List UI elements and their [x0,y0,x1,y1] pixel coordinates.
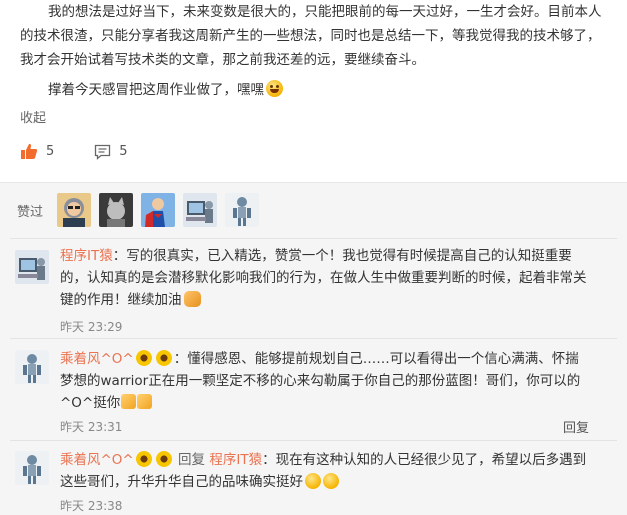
post-paragraph-2-text: 撑着今天感冒把这周作业做了，嘿嘿 [48,82,264,98]
commenter-name[interactable]: 乘着风^O^ [60,351,134,367]
comment-time: 昨天 23:29 [60,320,123,334]
comment-count: 5 [119,144,128,159]
separator [10,440,617,441]
sunflower-emoji-icon [135,451,152,467]
commenter-name[interactable]: 乘着风^O^ [60,452,134,468]
avatar-computer-icon [183,193,218,227]
separator [10,238,617,239]
thumbs-up-icon [21,143,38,159]
avatar-superhero-icon [141,193,176,227]
comment-text: 乘着风^O^ ：懂得感恩、能够提前规划自己……可以看得出一个信心满满、怀揣梦想的w… [60,348,588,414]
comment-time: 昨天 23:31 [60,420,123,434]
liker-avatar[interactable] [57,193,92,227]
colon: ： [112,248,127,264]
commenter-avatar[interactable] [15,250,49,284]
comment-button[interactable]: 5 [94,144,128,160]
post-paragraph-1: 我的想法是过好当下，未来变数是很大的，只能把眼前的每一天过好，一生才会好。目前本… [20,4,602,68]
comment-text: 程序IT猿：写的很真实，已入精选，赞赏一个！我也觉得有时候提高自己的认知挺重要的… [60,245,588,311]
likers-row: 赞过 [17,193,267,227]
fist-emoji-icon [183,291,201,307]
reply-word: 回复 [178,452,206,468]
reply-button[interactable]: 回复 [563,417,589,436]
liker-avatar[interactable] [225,193,260,227]
commenter-avatar[interactable] [15,350,49,384]
likers-label: 赞过 [17,204,44,220]
sunflower-emoji-icon [155,451,172,467]
like-button[interactable]: 5 [20,143,54,160]
liker-avatar[interactable] [183,193,218,227]
like-count: 5 [46,144,55,159]
collapse-link[interactable]: 收起 [20,107,46,126]
grin-emoji-icon [323,473,339,489]
commenter-name[interactable]: 程序IT猿 [60,248,113,264]
colon: ： [173,351,188,367]
post-actions: 5 5 [20,143,168,160]
commenter-avatar[interactable] [15,451,49,485]
avatar-glasses-man-icon [57,193,92,227]
avatar-robot-icon [15,350,49,384]
separator [10,338,617,339]
sunflower-emoji-icon [135,350,152,366]
avatar-cat-icon [99,193,134,227]
comment-time: 昨天 23:38 [60,499,123,513]
comment-text: 乘着风^O^ 回复 程序IT猿：现在有这种认知的人已经很少见了，希望以后多遇到这… [60,449,588,493]
liker-avatar[interactable] [141,193,176,227]
colon: ： [262,452,276,468]
comment-icon [95,144,111,160]
sunflower-emoji-icon [155,350,172,366]
thumbs-up-emoji-icon [121,394,137,409]
post-content: 我的想法是过好当下，未来变数是很大的，只能把眼前的每一天过好，一生才会好。目前本… [0,0,627,182]
grin-emoji-icon [305,473,321,489]
avatar-computer-icon [15,250,49,284]
thumbs-up-emoji-icon [137,394,153,409]
liker-avatar[interactable] [99,193,134,227]
comment-body: 写的很真实，已入精选，赞赏一个！我也觉得有时候提高自己的认知挺重要的，认知真的是… [60,248,587,308]
grin-emoji-icon [266,80,283,97]
avatar-robot-icon [225,193,260,227]
reply-target-name[interactable]: 程序IT猿 [209,452,262,468]
post-paragraph-2: 撑着今天感冒把这周作业做了，嘿嘿 [20,78,610,102]
avatar-robot-icon [15,451,49,485]
